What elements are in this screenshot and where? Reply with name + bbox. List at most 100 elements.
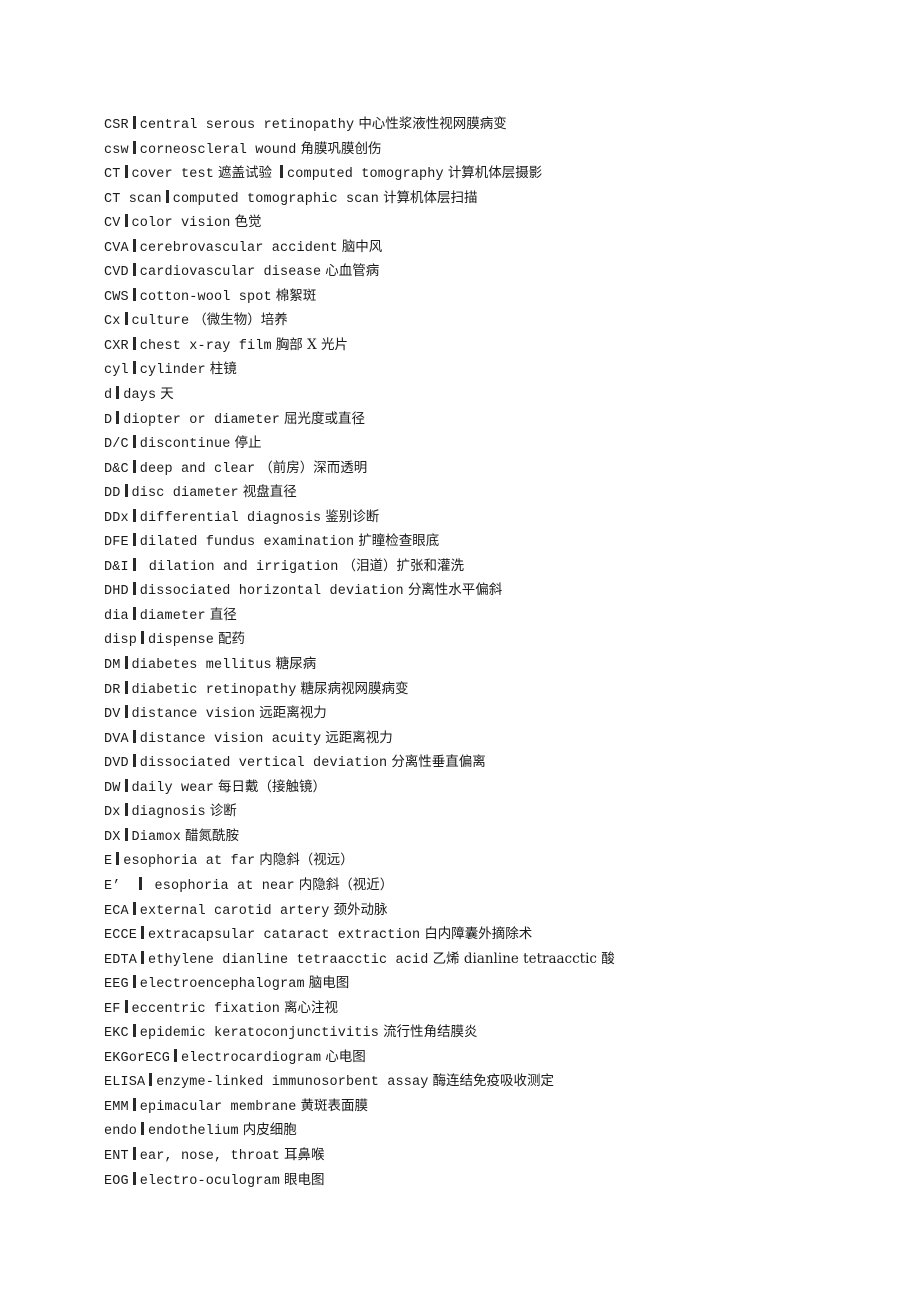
entry-separator-bar <box>132 508 136 522</box>
entry-abbreviation: disp <box>104 633 138 649</box>
entry-separator-bar <box>132 336 136 350</box>
entry-separator-bar <box>124 680 128 694</box>
entry-english-term: differential diagnosis <box>139 510 322 526</box>
entry-english-term: cardiovascular disease <box>139 265 322 281</box>
glossary-entry: D&C deep and clear （前房）深而透明 <box>104 456 916 481</box>
glossary-entry: Dx diagnosis 诊断 <box>104 799 916 824</box>
entry-abbreviation: CVA <box>104 240 129 256</box>
entry-abbreviation: EMM <box>104 1099 129 1115</box>
entry-chinese-gloss: 鉴别诊断 <box>325 508 380 525</box>
entry-separator-bar <box>124 803 128 817</box>
entry-english-term: electrocardiogram <box>181 1050 322 1066</box>
document-page: CSR central serous retinopathy 中心性浆液性视网膜病变… <box>0 0 920 1302</box>
entry-english-term: color vision <box>131 216 231 232</box>
entry-separator-bar <box>138 876 142 890</box>
entry-chinese-gloss: 心血管病 <box>325 263 380 280</box>
entry-english-term: distance vision acuity <box>139 731 322 747</box>
entry-abbreviation: csw <box>104 142 129 158</box>
entry-english-term: dissociated horizontal deviation <box>139 584 404 600</box>
entry-chinese-gloss: 停止 <box>234 435 262 452</box>
entry-chinese-gloss: 诊断 <box>209 803 237 820</box>
entry-separator-bar <box>141 926 145 940</box>
entry-english-term: chest x-ray film <box>139 338 272 354</box>
entry-separator-bar <box>124 656 128 670</box>
entry-chinese-gloss: （前房）深而透明 <box>259 459 368 476</box>
entry-chinese-gloss: 远距离视力 <box>259 705 327 722</box>
entry-chinese-gloss: 心电图 <box>325 1048 366 1065</box>
glossary-entry: DVA distance vision acuity 远距离视力 <box>104 726 916 751</box>
entry-english-term: electro-oculogram <box>139 1173 281 1189</box>
entry-abbreviation: EKGorECG <box>104 1050 171 1066</box>
glossary-entry: EKC epidemic keratoconjunctivitis 流行性角结膜炎 <box>104 1020 916 1045</box>
entry-chinese-gloss: 脑电图 <box>308 975 350 992</box>
entry-english-term: disc diameter <box>131 486 239 502</box>
entry-separator-bar <box>124 484 128 498</box>
entry-abbreviation: DV <box>104 707 121 723</box>
glossary-entry: CXR chest x-ray film 胸部 X 光片 <box>104 333 916 358</box>
glossary-entry: D&I dilation and irrigation （泪道）扩张和灌洗 <box>104 554 916 579</box>
entry-chinese-gloss: 内隐斜（视远） <box>259 852 354 869</box>
entry-secondary-separator-bar <box>280 165 284 179</box>
entry-separator-bar <box>124 999 128 1013</box>
entry-separator-bar <box>132 263 136 277</box>
entry-chinese-gloss: 色觉 <box>234 214 262 231</box>
entry-chinese-gloss: 黄斑表面膜 <box>300 1097 369 1114</box>
entry-abbreviation: DW <box>104 780 121 796</box>
entry-abbreviation: ECCE <box>104 928 138 944</box>
glossary-entry: EMM epimacular membrane 黄斑表面膜 <box>104 1094 916 1119</box>
entry-english-term: dilation and irrigation <box>148 559 339 575</box>
entry-abbreviation: DX <box>104 829 121 845</box>
entry-chinese-gloss: 角膜巩膜创伤 <box>300 140 382 157</box>
entry-separator-bar <box>132 1171 136 1185</box>
entry-english-term: eccentric fixation <box>131 1001 281 1017</box>
entry-abbreviation: CV <box>104 216 121 232</box>
entry-chinese-gloss: 分离性垂直偏离 <box>391 754 486 771</box>
entry-english-term: daily wear <box>131 780 215 796</box>
entry-english-term: corneoscleral wound <box>139 142 297 158</box>
glossary-entry: Cx culture （微生物）培养 <box>104 308 916 333</box>
entry-english-term: days <box>123 388 157 404</box>
entry-separator-bar <box>149 1073 153 1087</box>
entry-separator-bar <box>124 214 128 228</box>
entry-chinese-gloss: 脑中风 <box>341 238 383 255</box>
glossary-entry: EKGorECG electrocardiogram 心电图 <box>104 1045 916 1070</box>
entry-separator-bar <box>132 729 136 743</box>
entry-english-term: dilated fundus examination <box>139 535 355 551</box>
entry-separator-bar <box>124 778 128 792</box>
entry-chinese-gloss: 颈外动脉 <box>333 901 388 918</box>
entry-english-term: diabetic retinopathy <box>131 682 297 698</box>
entry-abbreviation: cyl <box>104 363 129 379</box>
entry-separator-bar <box>141 1122 145 1136</box>
entry-chinese-gloss: （微生物）培养 <box>193 312 288 329</box>
entry-english-term: epidemic keratoconjunctivitis <box>139 1026 380 1042</box>
entry-abbreviation: d <box>104 388 113 404</box>
entry-english-term: cotton-wool spot <box>139 289 272 305</box>
entry-separator-bar <box>132 140 136 154</box>
glossary-entry: DX Diamox 醋氮酰胺 <box>104 824 916 849</box>
glossary-entry: ECA external carotid artery 颈外动脉 <box>104 898 916 923</box>
glossary-entry: endo endothelium 内皮细胞 <box>104 1118 916 1143</box>
entry-chinese-gloss: 扩瞳检查眼底 <box>358 533 440 550</box>
glossary-entry: CWS cotton-wool spot 棉絮斑 <box>104 284 916 309</box>
entry-chinese-gloss: 糖尿病 <box>275 656 317 673</box>
entry-english-term: endothelium <box>148 1124 239 1140</box>
entry-chinese-gloss: 分离性水平偏斜 <box>407 582 503 599</box>
entry-abbreviation: DD <box>104 486 121 502</box>
glossary-entry: D/C discontinue 停止 <box>104 431 916 456</box>
entry-abbreviation: DFE <box>104 535 129 551</box>
entry-english-term: diameter <box>139 608 206 624</box>
entry-separator-bar <box>124 165 128 179</box>
entry-abbreviation: DVD <box>104 756 129 772</box>
entry-english-term: culture <box>131 314 190 330</box>
entry-english-term-secondary: computed tomography <box>287 167 444 183</box>
glossary-entry: ECCE extracapsular cataract extraction 白内障… <box>104 922 916 947</box>
entry-separator-bar <box>141 631 145 645</box>
entry-abbreviation: CVD <box>104 265 129 281</box>
entry-english-term: electroencephalogram <box>139 977 305 993</box>
glossary-entry: CV color vision 色觉 <box>104 210 916 235</box>
entry-abbreviation: CWS <box>104 289 129 305</box>
glossary-entry: DDx differential diagnosis 鉴别诊断 <box>104 505 916 530</box>
entry-english-term: Diamox <box>131 829 182 845</box>
entry-abbreviation: DM <box>104 658 121 674</box>
entry-abbreviation: dia <box>104 608 129 624</box>
